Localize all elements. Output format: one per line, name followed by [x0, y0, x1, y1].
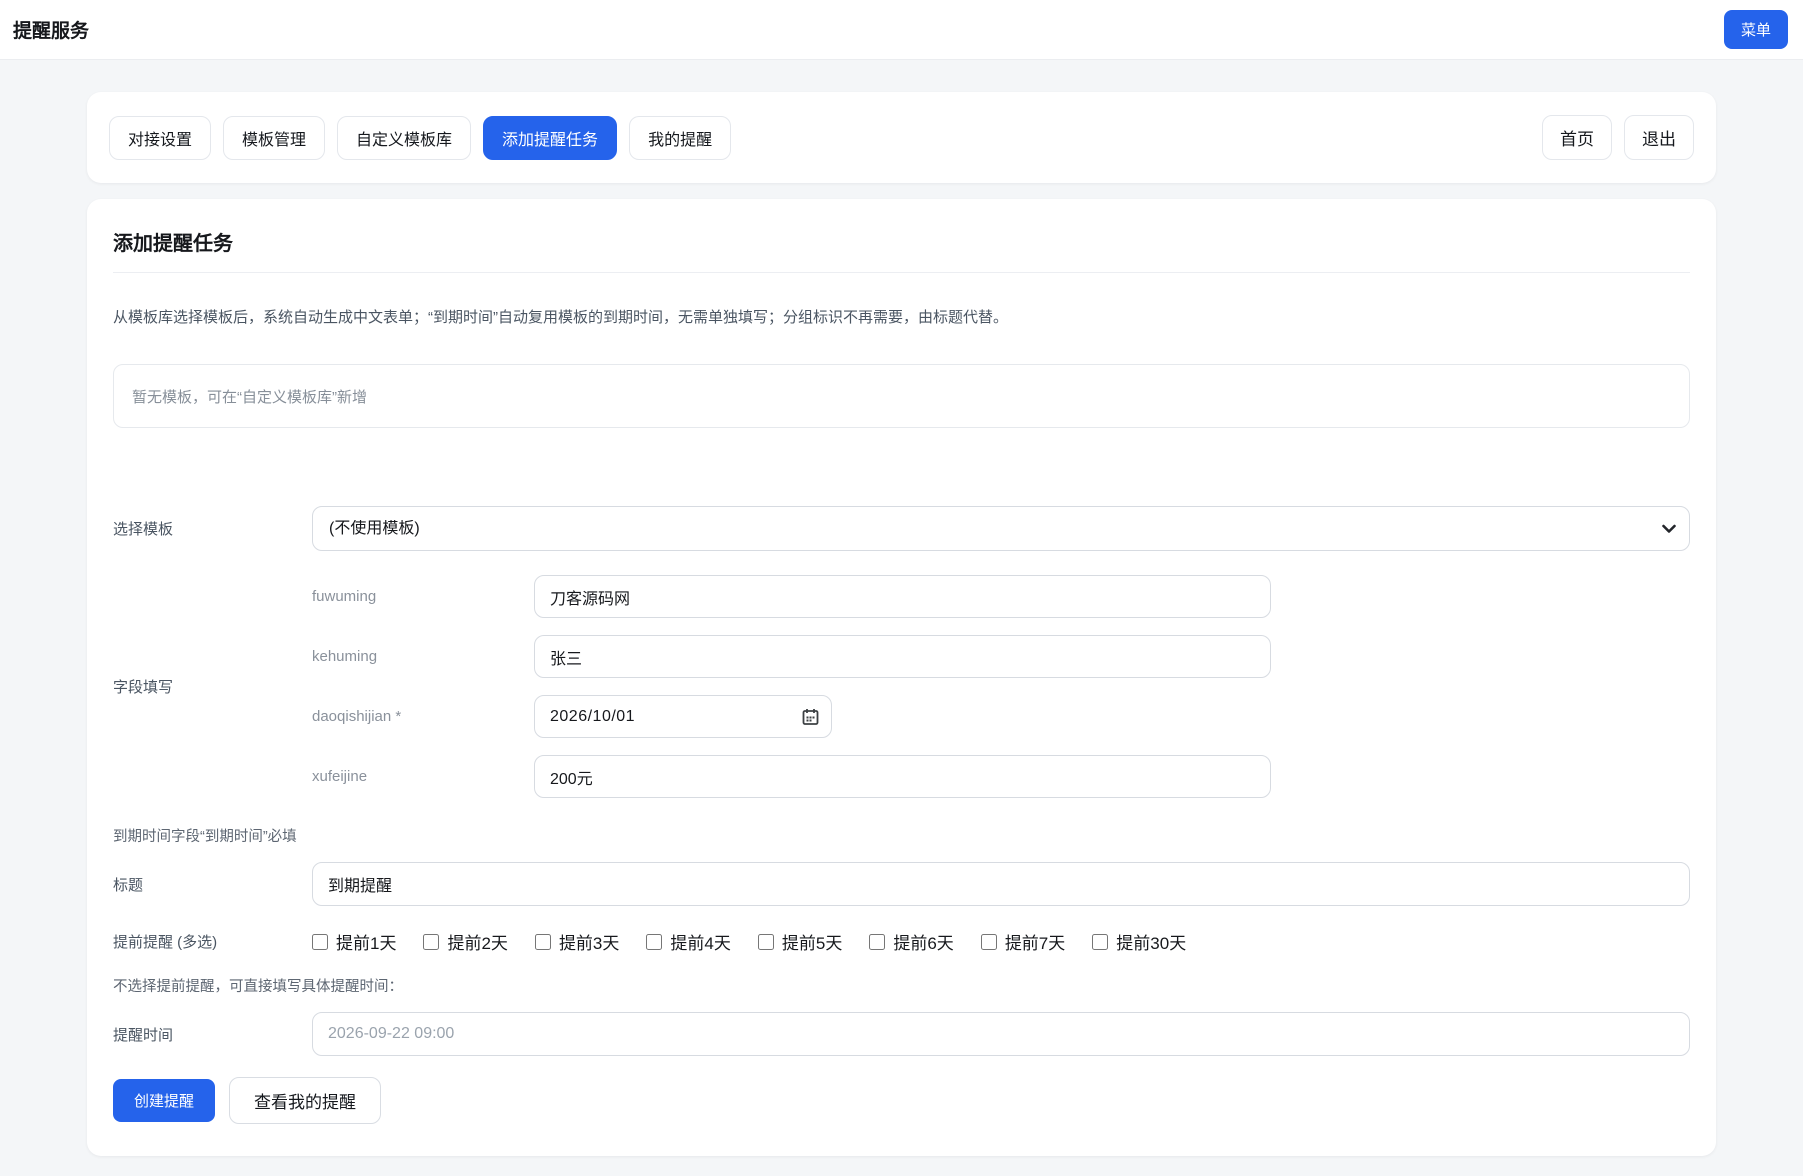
tab-custom-template-lib[interactable]: 自定义模板库 — [337, 115, 472, 160]
field-label-fuwuming: fuwuming — [312, 588, 377, 605]
advance-checkbox-2d[interactable] — [423, 933, 440, 950]
home-button[interactable]: 首页 — [1542, 115, 1612, 160]
app-title: 提醒服务 — [13, 21, 90, 42]
advance-option-7d[interactable]: 提前7天 — [980, 929, 1065, 954]
title-row: 标题 — [113, 862, 1690, 906]
calendar-icon[interactable] — [802, 708, 819, 726]
advance-checkbox-6d[interactable] — [869, 933, 886, 950]
field-row-fuwuming: fuwuming — [312, 575, 1690, 618]
tab-connect-settings[interactable]: 对接设置 — [109, 115, 212, 160]
template-select-wrap: (不使用模板) — [312, 506, 1690, 551]
panel-description: 从模板库选择模板后，系统自动生成中文表单；“到期时间”自动复用模板的到期时间，无… — [113, 309, 1008, 326]
advance-option-30d[interactable]: 提前30天 — [1092, 929, 1186, 954]
advance-reminder-label: 提前提醒 (多选) — [113, 934, 218, 951]
advance-options: 提前1天 提前2天 提前3天 提前4天 提前5天 提前6天 提前7天 提前30天 — [312, 929, 1186, 954]
top-bar: 提醒服务 菜单 — [0, 0, 1803, 60]
add-reminder-panel: 添加提醒任务 从模板库选择模板后，系统自动生成中文表单；“到期时间”自动复用模板… — [87, 199, 1716, 1156]
menu-button[interactable]: 菜单 — [1723, 10, 1788, 49]
tab-template-manage[interactable]: 模板管理 — [223, 115, 326, 160]
remind-time-row: 提醒时间 — [113, 1012, 1690, 1056]
advance-option-4d[interactable]: 提前4天 — [646, 929, 731, 954]
fields-group: 字段填写 fuwuming kehuming daoqishijian * — [113, 575, 1690, 798]
no-template-notice: 暂无模板，可在“自定义模板库”新增 — [113, 364, 1690, 428]
field-label-xufeijine: xufeijine — [312, 768, 368, 785]
field-input-kehuming[interactable] — [534, 635, 1271, 678]
title-label: 标题 — [113, 876, 144, 894]
tab-add-reminder-task[interactable]: 添加提醒任务 — [483, 115, 618, 160]
page-container: 对接设置 模板管理 自定义模板库 添加提醒任务 我的提醒 首页 退出 添加提醒任… — [0, 60, 1803, 1156]
advance-checkbox-30d[interactable] — [1092, 933, 1109, 950]
advance-option-1d[interactable]: 提前1天 — [312, 929, 396, 954]
panel-title: 添加提醒任务 — [113, 225, 1690, 273]
fields-group-label: 字段填写 — [113, 679, 174, 696]
advance-option-2d[interactable]: 提前2天 — [423, 929, 508, 954]
nav-actions: 首页 退出 — [1542, 115, 1694, 160]
remind-time-input[interactable] — [312, 1012, 1690, 1056]
advance-checkbox-4d[interactable] — [646, 933, 663, 950]
fields-rows: fuwuming kehuming daoqishijian * — [312, 575, 1690, 798]
field-label-daoqishijian: daoqishijian * — [312, 708, 402, 725]
field-row-daoqishijian: daoqishijian * — [312, 695, 1690, 738]
field-input-xufeijine[interactable] — [534, 755, 1271, 798]
advance-reminder-row: 提前提醒 (多选) 提前1天 提前2天 提前3天 提前4天 提前5天 提前6天 … — [113, 929, 1690, 954]
advance-option-3d[interactable]: 提前3天 — [534, 929, 619, 954]
required-note: 到期时间字段“到期时间”必填 — [113, 829, 297, 845]
tab-my-reminders[interactable]: 我的提醒 — [629, 115, 732, 160]
form-actions: 创建提醒 查看我的提醒 — [113, 1077, 1690, 1124]
field-input-daoqishijian-date[interactable] — [534, 695, 832, 738]
template-select[interactable]: (不使用模板) — [312, 506, 1690, 551]
advance-option-5d[interactable]: 提前5天 — [757, 929, 842, 954]
advance-note: 不选择提前提醒，可直接填写具体提醒时间： — [113, 979, 403, 995]
date-input-wrap — [534, 695, 832, 738]
template-select-label: 选择模板 — [113, 521, 174, 538]
advance-checkbox-5d[interactable] — [757, 933, 774, 950]
title-input[interactable] — [312, 862, 1690, 906]
advance-checkbox-1d[interactable] — [312, 933, 328, 950]
remind-time-label: 提醒时间 — [113, 1026, 174, 1044]
advance-checkbox-3d[interactable] — [534, 933, 551, 950]
field-label-kehuming: kehuming — [312, 648, 378, 665]
view-my-reminders-button[interactable]: 查看我的提醒 — [229, 1077, 382, 1124]
field-row-xufeijine: xufeijine — [312, 755, 1690, 798]
reminder-form: 选择模板 (不使用模板) 字段填写 fuwuming 刀客源码网 kehumin… — [113, 506, 1690, 1124]
template-select-row: 选择模板 (不使用模板) — [113, 506, 1690, 551]
field-row-kehuming: kehuming — [312, 635, 1690, 678]
create-reminder-button[interactable]: 创建提醒 — [113, 1079, 216, 1122]
advance-option-6d[interactable]: 提前6天 — [869, 929, 954, 954]
nav-tabs: 对接设置 模板管理 自定义模板库 添加提醒任务 我的提醒 — [109, 115, 732, 160]
nav-bar: 对接设置 模板管理 自定义模板库 添加提醒任务 我的提醒 首页 退出 — [87, 92, 1716, 183]
logout-button[interactable]: 退出 — [1624, 115, 1694, 160]
advance-checkbox-7d[interactable] — [980, 933, 997, 950]
field-input-fuwuming[interactable] — [534, 575, 1271, 618]
